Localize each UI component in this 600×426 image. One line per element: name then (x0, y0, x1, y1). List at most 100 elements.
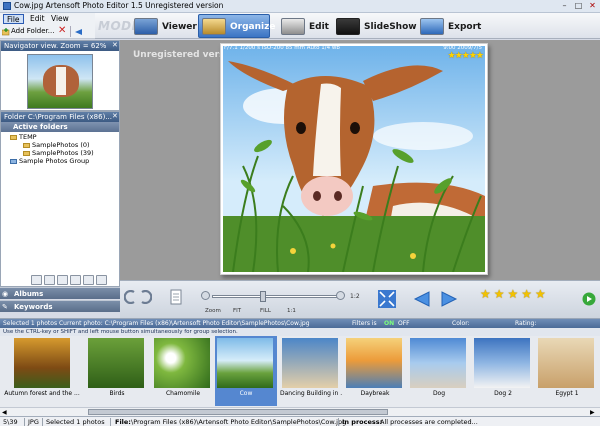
thumbnail-item[interactable]: Dog 2 (472, 336, 534, 406)
fullscreen-icon[interactable] (378, 290, 396, 308)
tree-item-temp[interactable]: TEMP (10, 133, 37, 141)
menu-edit[interactable]: Edit (27, 14, 48, 24)
thumbnail-item[interactable]: Dog (408, 336, 470, 406)
photo-exif-info: F/7.1 1/200 s ISO-200 85 mm Auto 1/4 wb (224, 45, 340, 51)
tree-item-samplephotos-0[interactable]: SamplePhotos (0) (23, 141, 90, 149)
status-process-label: In process: (342, 418, 383, 426)
filters-on-toggle[interactable]: ON (384, 320, 394, 327)
close-button[interactable]: ✕ (586, 0, 599, 12)
photo-rating[interactable]: ★★★★★ (448, 51, 484, 61)
mode-export-label: Export (448, 22, 482, 32)
status-file-path: \Program Files (x86)\Artensoft Photo Edi… (131, 418, 347, 426)
zoom-out-button[interactable] (201, 291, 210, 300)
back-arrow-icon[interactable] (74, 28, 83, 36)
panel-tool-4-button[interactable] (70, 275, 81, 285)
folder-icon (23, 150, 30, 156)
mode-organize-label: Organize (230, 22, 276, 32)
rotate-right-icon[interactable] (140, 290, 152, 304)
cow-photo-image (223, 46, 485, 272)
status-file-label: File: (115, 418, 131, 426)
one-to-one-button[interactable]: 1:1 (287, 308, 296, 314)
panel-tool-1-button[interactable] (31, 275, 42, 285)
tree-item-sample-photos-group[interactable]: Sample Photos Group (10, 157, 89, 165)
selection-info: Selected 1 photos Current photo: C:\Prog… (0, 319, 600, 328)
albums-header[interactable]: ◉ Albums (0, 287, 120, 299)
thumbnail-image (410, 338, 466, 388)
add-folder-icon (2, 28, 10, 36)
next-photo-icon[interactable] (440, 291, 458, 307)
mode-viewer-button[interactable]: Viewer (130, 14, 197, 38)
status-format: JPG (28, 418, 39, 426)
panel-tool-3-button[interactable] (57, 275, 68, 285)
keywords-label: Keywords (14, 303, 53, 311)
albums-icon: ◉ (2, 290, 9, 298)
thumbnail-image (154, 338, 210, 388)
maximize-button[interactable]: □ (572, 0, 585, 12)
remove-folder-icon[interactable]: ✕ (58, 25, 66, 36)
thumbnail-caption: Autumn forest and the ... (4, 390, 80, 397)
status-separator (42, 418, 43, 426)
mode-slideshow-label: SlideShow (364, 22, 417, 32)
thumbnail-image (282, 338, 338, 388)
play-icon[interactable] (582, 292, 596, 306)
rotate-left-icon[interactable] (124, 290, 136, 304)
panel-tool-6-button[interactable] (96, 275, 107, 285)
thumbnail-image (474, 338, 530, 388)
thumbnail-item[interactable]: Egypt 1 (536, 336, 598, 406)
mode-organize-button[interactable]: Organize (198, 14, 275, 38)
thumbnail-caption: Cow (239, 390, 253, 397)
rating-stars[interactable]: ★★★★★ (480, 287, 549, 301)
folder-icon (10, 134, 17, 140)
previous-photo-icon[interactable] (413, 291, 431, 307)
scroll-right-arrow-icon[interactable]: ▶ (590, 409, 595, 416)
thumbnail-item[interactable]: Dancing Building in ... (280, 336, 342, 406)
keywords-header[interactable]: ✎ Keywords (0, 300, 120, 312)
zoom-slider[interactable] (212, 295, 344, 298)
zoom-slider-thumb[interactable] (260, 291, 266, 302)
folder-panel-close-icon[interactable]: ✕ (112, 112, 118, 120)
panel-tool-2-button[interactable] (44, 275, 55, 285)
minimize-button[interactable]: – (558, 0, 571, 12)
thumbnail-item[interactable]: Daybreak (344, 336, 406, 406)
menu-view[interactable]: View (48, 14, 72, 24)
current-photo[interactable]: F/7.1 1/200 s ISO-200 85 mm Auto 1/4 wb … (220, 43, 488, 275)
active-folders-header[interactable]: Active folders (1, 122, 119, 132)
mode-bar: MODE: Viewer Organize Edit SlideShow Exp… (95, 13, 600, 39)
thumbnail-caption: Birds (109, 390, 125, 397)
fit-button[interactable]: FIT (233, 308, 241, 314)
menu-bar: File Edit View (0, 13, 95, 25)
thumbnail-item[interactable]: Chamomile (152, 336, 214, 406)
menu-file[interactable]: File (3, 14, 24, 24)
status-bar: 5\39 JPG Selected 1 photos File: \Progra… (0, 416, 600, 426)
navigator-close-icon[interactable]: ✕ (112, 41, 118, 49)
thumbnail-caption: Dog 2 (494, 390, 512, 397)
thumbnail-item-selected[interactable]: Cow (215, 336, 277, 406)
thumbnail-image (217, 338, 273, 388)
add-folder-button[interactable]: Add Folder... (11, 27, 54, 35)
thumbnail-item[interactable]: Autumn forest and the ... (2, 336, 82, 406)
thumbnail-item[interactable]: Birds (86, 336, 148, 406)
fill-button[interactable]: FILL (260, 308, 271, 314)
mode-viewer-label: Viewer (162, 22, 197, 32)
albums-label: Albums (14, 290, 44, 298)
tree-item-samplephotos-39[interactable]: SamplePhotos (39) (23, 149, 94, 157)
export-icon (420, 18, 444, 35)
window-title: Cow.jpg Artensoft Photo Editor 1.5 Unreg… (14, 1, 224, 10)
mode-slideshow-button[interactable]: SlideShow (332, 14, 417, 38)
mode-export-button[interactable]: Export (416, 14, 482, 38)
thumbnail-image (14, 338, 70, 388)
mode-edit-button[interactable]: Edit (277, 14, 329, 38)
navigator-thumbnail[interactable] (27, 54, 93, 109)
navigator-title: Navigator view. Zoom = 62% (1, 41, 119, 51)
panel-tool-5-button[interactable] (83, 275, 94, 285)
slideshow-icon (336, 18, 360, 35)
document-icon[interactable] (170, 289, 182, 305)
scroll-left-arrow-icon[interactable]: ◀ (2, 409, 7, 416)
scrollbar-thumb[interactable] (88, 409, 388, 415)
mode-edit-label: Edit (309, 22, 329, 32)
group-icon (10, 158, 17, 164)
thumbnail-scrollbar[interactable]: ◀ ▶ (0, 407, 600, 416)
filters-off-toggle[interactable]: OFF (398, 320, 410, 327)
zoom-in-button[interactable] (336, 291, 345, 300)
image-viewer[interactable]: Unregistered version F/7.1 1/200 s ISO-2… (120, 40, 600, 280)
